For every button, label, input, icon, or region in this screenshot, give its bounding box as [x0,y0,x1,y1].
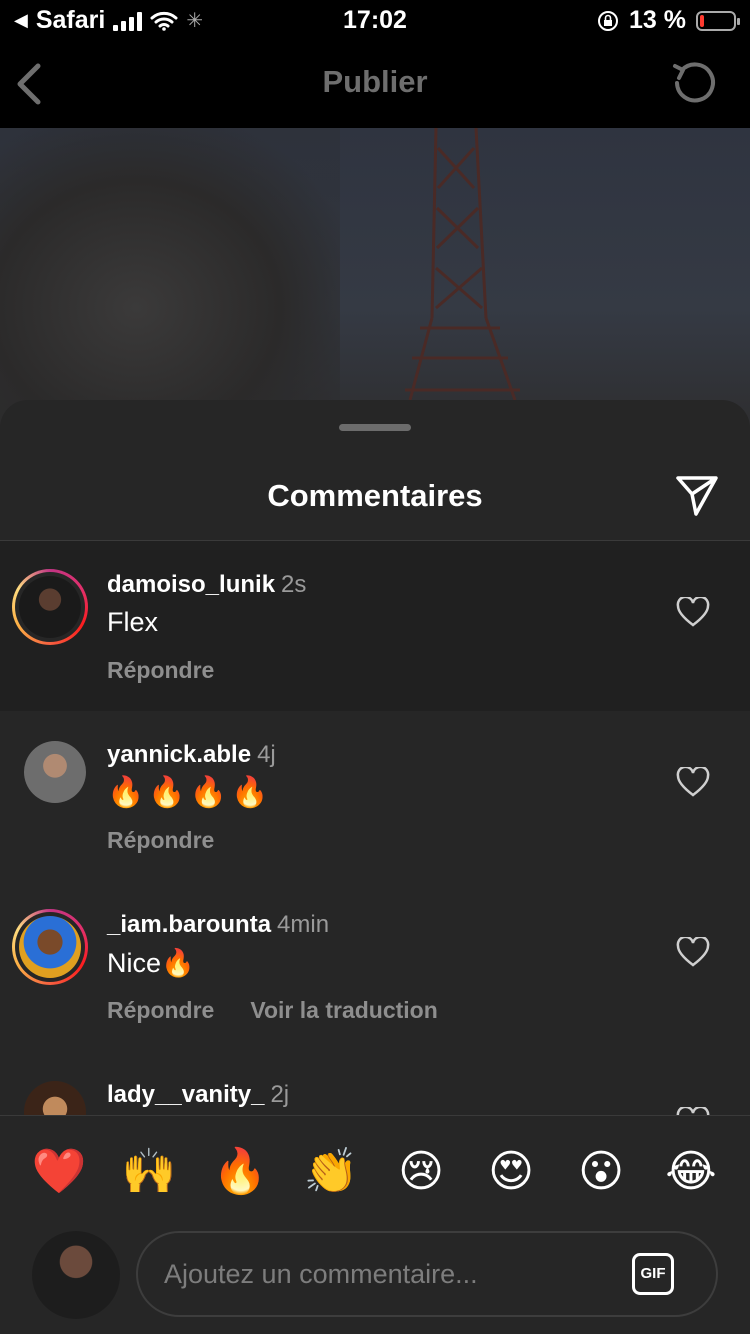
story-ring[interactable] [12,569,88,645]
emoji-heart-eyes[interactable]: 😍 [483,1144,539,1200]
rotation-lock-icon [598,10,619,31]
comment-username[interactable]: _iam.barounta [107,911,271,938]
emoji-quick-bar: ❤️ 🙌 🔥 👏 😢 😍 😮 😂 [0,1115,750,1226]
avatar[interactable] [24,741,86,803]
comment-username[interactable]: lady__vanity_ [107,1081,264,1108]
heart-icon[interactable] [676,1107,710,1115]
heart-icon[interactable] [676,597,710,627]
emoji-clapping[interactable]: 👏 [303,1144,359,1200]
sheet-drag-handle[interactable] [339,424,411,431]
avatar[interactable] [19,576,81,638]
comment-time: 2j [270,1081,290,1108]
comments-list[interactable]: damoiso_lunik 2s Flex Répondre yannick.ab… [0,541,750,1115]
comment-item: lady__vanity_ 2j [0,1051,750,1115]
emoji-surprised[interactable]: 😮 [573,1144,629,1200]
eiffel-tower-silhouette [405,128,520,401]
avatar[interactable] [19,916,81,978]
comment-time: 4min [277,911,330,938]
comment-time: 2s [281,571,307,598]
comment-text: 🔥🔥🔥🔥 [107,776,273,809]
comment-input-placeholder[interactable]: Ajoutez un commentaire... [164,1259,478,1290]
comment-item: damoiso_lunik 2s Flex Répondre [0,541,750,711]
comment-text: Flex [107,607,159,637]
comment-input[interactable]: Ajoutez un commentaire... GIF [136,1231,718,1317]
comment-username[interactable]: damoiso_lunik [107,571,275,598]
emoji-crying[interactable]: 😢 [393,1144,449,1200]
send-icon[interactable] [674,472,720,518]
reply-button[interactable]: Répondre [107,657,214,684]
heart-icon[interactable] [676,937,710,967]
sheet-title: Commentaires [267,478,483,513]
comment-username[interactable]: yannick.able [107,741,251,768]
post-image [0,128,750,428]
emoji-fire[interactable]: 🔥 [212,1144,268,1200]
reply-button[interactable]: Répondre [107,997,214,1024]
my-avatar [32,1231,120,1319]
page-title: Publier [322,64,428,99]
comment-item: yannick.able 4j 🔥🔥🔥🔥 Répondre [0,711,750,881]
comment-item: _iam.barounta 4min Nice🔥 Répondre Voir la… [0,881,750,1051]
emoji-heart[interactable]: ❤️ [31,1144,87,1200]
comment-input-row: Ajoutez un commentaire... GIF [0,1225,750,1334]
refresh-icon[interactable] [670,58,720,108]
emoji-laughing[interactable]: 😂 [663,1144,719,1200]
emoji-raised-hands[interactable]: 🙌 [121,1144,177,1200]
comments-sheet: Commentaires damoiso_lunik 2s Flex Répond… [0,400,750,1334]
battery-level [700,14,704,27]
see-translation-button[interactable]: Voir la traduction [250,997,437,1024]
top-nav-bar: Publier [0,40,750,128]
avatar[interactable] [24,1081,86,1115]
comment-text: Nice🔥 [107,948,195,978]
gif-button[interactable]: GIF [632,1253,674,1295]
status-bar: ◀ Safari ✳ 17:02 13 % [0,0,750,40]
reply-button[interactable]: Répondre [107,827,214,854]
story-ring[interactable] [12,909,88,985]
comment-time: 4j [257,741,276,768]
heart-icon[interactable] [676,767,710,797]
battery-percent: 13 % [629,6,686,34]
battery-icon [696,10,740,31]
